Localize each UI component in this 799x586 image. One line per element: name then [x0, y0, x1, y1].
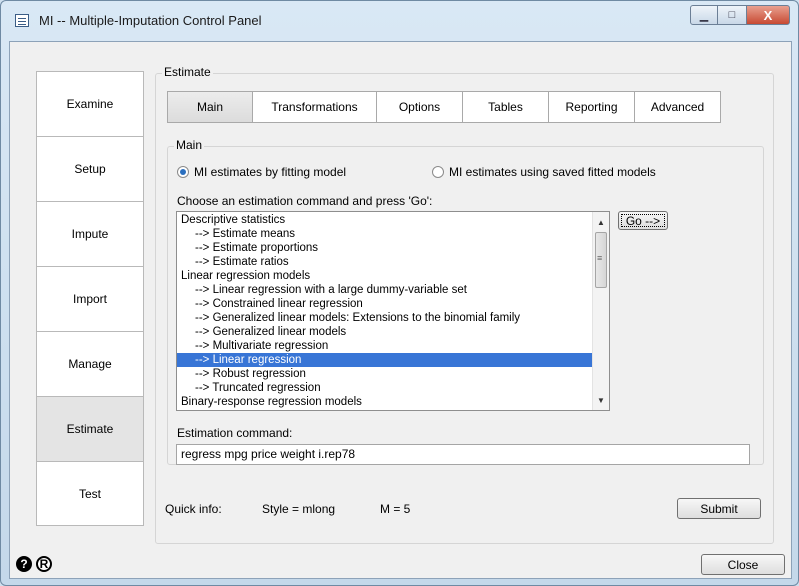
tab-label: Transformations	[271, 100, 358, 114]
list-item[interactable]: --> Generalized linear models	[177, 325, 595, 339]
nav-examine[interactable]: Examine	[36, 71, 144, 136]
nav-estimate[interactable]: Estimate	[36, 396, 144, 461]
list-item[interactable]: Binary-response regression models	[177, 395, 595, 409]
radio-saved-label: MI estimates using saved fitted models	[449, 165, 656, 179]
help-icon[interactable]: ?	[16, 556, 32, 572]
tab-advanced[interactable]: Advanced	[635, 91, 721, 123]
title-bar[interactable]: MI -- Multiple-Imputation Control Panel …	[1, 1, 798, 41]
nav-manage[interactable]: Manage	[36, 331, 144, 396]
estimation-command-input[interactable]: regress mpg price weight i.rep78	[176, 444, 750, 465]
list-item[interactable]: --> Multivariate regression	[177, 339, 595, 353]
list-item[interactable]: --> Robust regression	[177, 367, 595, 381]
style-info: Style = mlong	[262, 502, 336, 516]
list-item-selected[interactable]: --> Linear regression	[177, 353, 595, 367]
close-icon: X	[763, 7, 773, 23]
estimation-command-list[interactable]: Descriptive statistics --> Estimate mean…	[176, 211, 610, 411]
close-button[interactable]: Close	[701, 554, 785, 575]
list-item[interactable]: --> Linear regression with a large dummy…	[177, 283, 595, 297]
quick-info-label: Quick info:	[165, 502, 222, 516]
list-items: Descriptive statistics --> Estimate mean…	[177, 213, 595, 409]
tab-label: Main	[196, 100, 223, 114]
close-window-button[interactable]: X	[746, 5, 790, 25]
radio-button-selected[interactable]	[177, 166, 189, 178]
estimate-group-label: Estimate	[162, 65, 213, 79]
list-item[interactable]: --> Estimate means	[177, 227, 595, 241]
tab-options[interactable]: Options	[377, 91, 463, 123]
list-item[interactable]: Descriptive statistics	[177, 213, 595, 227]
nav-label: Impute	[71, 227, 109, 241]
nav-import[interactable]: Import	[36, 266, 144, 331]
tab-strip: Main Transformations Options Tables Repo…	[167, 91, 721, 123]
close-button-label: Close	[727, 557, 759, 572]
minimize-icon: ▁	[699, 9, 709, 22]
list-item[interactable]: --> Estimate ratios	[177, 255, 595, 269]
tab-label: Tables	[488, 100, 523, 114]
minimize-button[interactable]: ▁	[690, 5, 718, 25]
submit-button[interactable]: Submit	[677, 498, 761, 519]
tab-transformations[interactable]: Transformations	[253, 91, 377, 123]
app-icon[interactable]	[15, 14, 29, 27]
tab-reporting[interactable]: Reporting	[549, 91, 635, 123]
scroll-thumb[interactable]	[595, 232, 607, 288]
maximize-icon: □	[728, 9, 736, 21]
radio-saved-models[interactable]: MI estimates using saved fitted models	[432, 165, 656, 179]
nav-label: Import	[72, 292, 107, 306]
report-glyph: R	[39, 557, 49, 571]
list-item[interactable]: --> Generalized linear models: Extension…	[177, 311, 595, 325]
list-item[interactable]: Linear regression models	[177, 269, 595, 283]
list-item[interactable]: --> Estimate proportions	[177, 241, 595, 255]
go-button[interactable]: Go -->	[618, 211, 668, 230]
help-glyph: ?	[20, 557, 28, 571]
list-scrollbar[interactable]: ▲ ▼	[592, 212, 609, 410]
tab-label: Reporting	[565, 100, 618, 114]
estimation-command-label: Estimation command:	[177, 426, 293, 440]
go-button-label: Go -->	[625, 213, 661, 228]
nav-label: Setup	[74, 162, 106, 176]
m-info: M = 5	[380, 502, 411, 516]
scroll-up-arrow-icon[interactable]: ▲	[593, 214, 609, 230]
nav-setup[interactable]: Setup	[36, 136, 144, 201]
scroll-down-arrow-icon[interactable]: ▼	[593, 392, 609, 408]
radio-fit-label: MI estimates by fitting model	[194, 165, 347, 179]
section-nav: Examine Setup Impute Import Manage Estim…	[36, 71, 144, 526]
tab-tables[interactable]: Tables	[463, 91, 549, 123]
nav-label: Estimate	[66, 422, 114, 436]
report-icon[interactable]: R	[36, 556, 52, 572]
nav-label: Examine	[66, 97, 114, 111]
nav-impute[interactable]: Impute	[36, 201, 144, 266]
window-controls: ▁ □ X	[690, 5, 790, 27]
tab-label: Options	[398, 100, 441, 114]
tab-label: Advanced	[650, 100, 705, 114]
submit-button-label: Submit	[700, 501, 738, 516]
choose-command-label: Choose an estimation command and press '…	[177, 194, 433, 208]
nav-test[interactable]: Test	[36, 461, 144, 526]
maximize-button[interactable]: □	[718, 5, 746, 25]
window-title: MI -- Multiple-Imputation Control Panel	[39, 13, 262, 28]
nav-label: Test	[78, 486, 101, 501]
list-item[interactable]: --> Truncated regression	[177, 381, 595, 395]
radio-button[interactable]	[432, 166, 444, 178]
tab-main[interactable]: Main	[167, 91, 253, 123]
radio-fit-model[interactable]: MI estimates by fitting model	[177, 165, 346, 179]
main-group-label: Main	[174, 138, 205, 152]
nav-label: Manage	[68, 357, 112, 371]
list-item[interactable]: --> Constrained linear regression	[177, 297, 595, 311]
